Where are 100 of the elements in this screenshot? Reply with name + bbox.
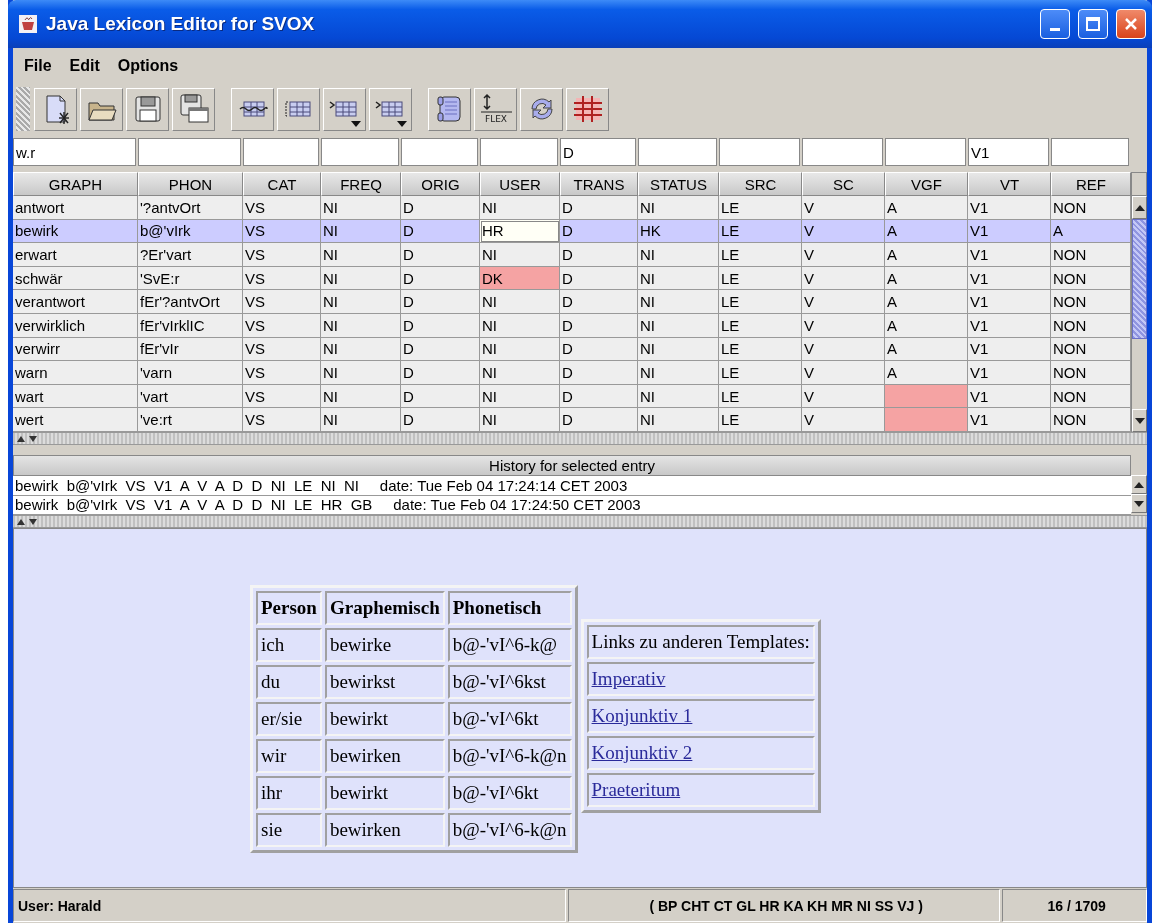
scroll-down-button[interactable] <box>1132 409 1147 432</box>
toolbar-button[interactable] <box>428 87 471 131</box>
table-cell: LE <box>719 408 802 432</box>
table-cell: VS <box>243 361 321 385</box>
table-cell: D <box>560 361 638 385</box>
filter-field[interactable] <box>802 138 883 166</box>
minimize-button[interactable] <box>1040 9 1070 39</box>
toolbar-button[interactable] <box>369 87 412 131</box>
grid-icon <box>571 93 604 125</box>
table-cell: NI <box>480 243 560 267</box>
table-cell: D <box>401 196 480 220</box>
toolbar-button[interactable] <box>566 87 609 131</box>
filter-field[interactable] <box>138 138 241 166</box>
scroll-down-button[interactable] <box>1131 494 1147 513</box>
column-header[interactable]: TRANS <box>560 172 638 196</box>
table-cell: VS <box>243 408 321 432</box>
table-cell: DK <box>480 266 560 291</box>
table-cell: b@-'vI^6-k@ <box>447 628 572 662</box>
table-cell: D <box>560 290 638 314</box>
column-header[interactable]: STATUS <box>638 172 719 196</box>
table-cell: V <box>802 196 885 220</box>
toolbar-button[interactable] <box>80 87 123 131</box>
toolbar-button[interactable] <box>172 87 215 131</box>
menu-item[interactable]: File <box>17 53 59 79</box>
column-header[interactable]: SC <box>802 172 885 196</box>
table-cell: HR <box>480 219 560 244</box>
column-header[interactable]: SRC <box>719 172 802 196</box>
table-cell: NI <box>480 408 560 432</box>
table-cell: wert <box>13 408 138 432</box>
toolbar-button[interactable] <box>34 87 77 131</box>
table-cell: D <box>401 313 480 338</box>
toolbar-button[interactable] <box>231 87 274 131</box>
template-link[interactable]: Imperativ <box>591 668 666 689</box>
table-row[interactable]: schwär 'SvE:r VS NI D DK D NI LE V A V1 NON <box>13 266 1131 291</box>
table-row[interactable]: verantwort fEr'?antvOrt VS NI D NI D NI LE V A V1 NON <box>13 290 1131 314</box>
table-row[interactable]: warn 'varn VS NI D NI D NI LE V A V1 NON <box>13 361 1131 385</box>
filter-field[interactable] <box>480 138 558 166</box>
table-cell: Links zu anderen Templates: <box>586 625 815 659</box>
toolbar-button[interactable]: FLEX <box>474 87 517 131</box>
table-cell: b@-'vI^6kt <box>447 776 572 810</box>
table-row[interactable]: verwirr fEr'vIr VS NI D NI D NI LE V A V1 NON <box>13 337 1131 362</box>
history-row[interactable]: bewirk b@'vIrk VS V1 A V A D D NI LE NI NI date: Tue Feb 04 17:24:14 CET 2003 <box>13 476 1131 496</box>
scroll-up-button[interactable] <box>1132 196 1147 219</box>
table-cell: fEr'vIrklIC <box>138 313 243 338</box>
toolbar-grip[interactable] <box>16 87 30 131</box>
toolbar-button[interactable] <box>126 87 169 131</box>
table-cell: V <box>802 243 885 267</box>
column-header[interactable]: VT <box>968 172 1051 196</box>
filter-field[interactable]: w.r <box>13 138 136 166</box>
column-header[interactable]: PHON <box>138 172 243 196</box>
close-button[interactable] <box>1116 9 1146 39</box>
table-row[interactable]: wert 've:rt VS NI D NI D NI LE V V1 NON <box>13 408 1131 432</box>
template-link[interactable]: Konjunktiv 2 <box>591 742 693 763</box>
toolbar-button[interactable] <box>323 87 366 131</box>
column-header[interactable]: REF <box>1051 172 1131 196</box>
table-cell: D <box>560 196 638 220</box>
toolbar-button[interactable] <box>520 87 563 131</box>
table-row[interactable]: verwirklich fEr'vIrklIC VS NI D NI D NI LE V A V1 NON <box>13 313 1131 338</box>
history-row[interactable]: bewirk b@'vIrk VS V1 A V A D D NI LE HR GB date: Tue Feb 04 17:24:50 CET 2003 <box>13 495 1131 515</box>
scroll-up-button[interactable] <box>1131 475 1147 494</box>
menu-item[interactable]: Options <box>110 53 186 79</box>
table-cell: V <box>802 290 885 314</box>
minimize-icon <box>1050 27 1060 31</box>
table-cell: V1 <box>968 196 1051 220</box>
table-row[interactable]: erwart ?Er'vart VS NI D NI D NI LE V A V1 NON <box>13 243 1131 267</box>
filter-field[interactable]: D <box>560 138 636 166</box>
table-cell: NI <box>638 243 719 267</box>
menu-item[interactable]: Edit <box>62 53 107 79</box>
table-cell: NI <box>638 313 719 338</box>
filter-field[interactable] <box>321 138 399 166</box>
template-link[interactable]: Konjunktiv 1 <box>591 705 693 726</box>
column-header[interactable]: ORIG <box>401 172 480 196</box>
filter-field[interactable] <box>243 138 319 166</box>
up-arrow-icon <box>1134 481 1144 488</box>
caret-icon <box>351 120 361 127</box>
maximize-button[interactable] <box>1078 9 1108 39</box>
template-link[interactable]: Praeteritum <box>591 779 681 800</box>
table-row[interactable]: antwort '?antvOrt VS NI D NI D NI LE V A V1 NON <box>13 196 1131 220</box>
column-header[interactable]: CAT <box>243 172 321 196</box>
table-cell: NI <box>321 196 401 220</box>
scrollbar-thumb[interactable] <box>1132 219 1147 339</box>
column-header[interactable]: USER <box>480 172 560 196</box>
filter-field[interactable] <box>638 138 717 166</box>
filter-field[interactable] <box>1051 138 1129 166</box>
filter-field[interactable] <box>401 138 478 166</box>
table-cell: verwirklich <box>13 313 138 338</box>
table-cell: 'varn <box>138 361 243 385</box>
column-header[interactable]: GRAPH <box>13 172 138 196</box>
table-cell: b@-'vI^6-k@n <box>447 739 572 773</box>
filter-field[interactable] <box>885 138 966 166</box>
table-row[interactable]: wart 'vart VS NI D NI D NI LE V V1 NON <box>13 384 1131 409</box>
filter-field[interactable]: V1 <box>968 138 1049 166</box>
table-cell: V1 <box>968 361 1051 385</box>
table-cell: ihr <box>256 776 322 810</box>
table-cell: NI <box>480 313 560 338</box>
table-cell: '?antvOrt <box>138 196 243 220</box>
filter-field[interactable] <box>719 138 800 166</box>
table-row[interactable]: bewirk b@'vIrk VS NI D HR D HK LE V A V1 A <box>13 219 1131 244</box>
column-header[interactable]: FREQ <box>321 172 401 196</box>
column-header[interactable]: VGF <box>885 172 968 196</box>
